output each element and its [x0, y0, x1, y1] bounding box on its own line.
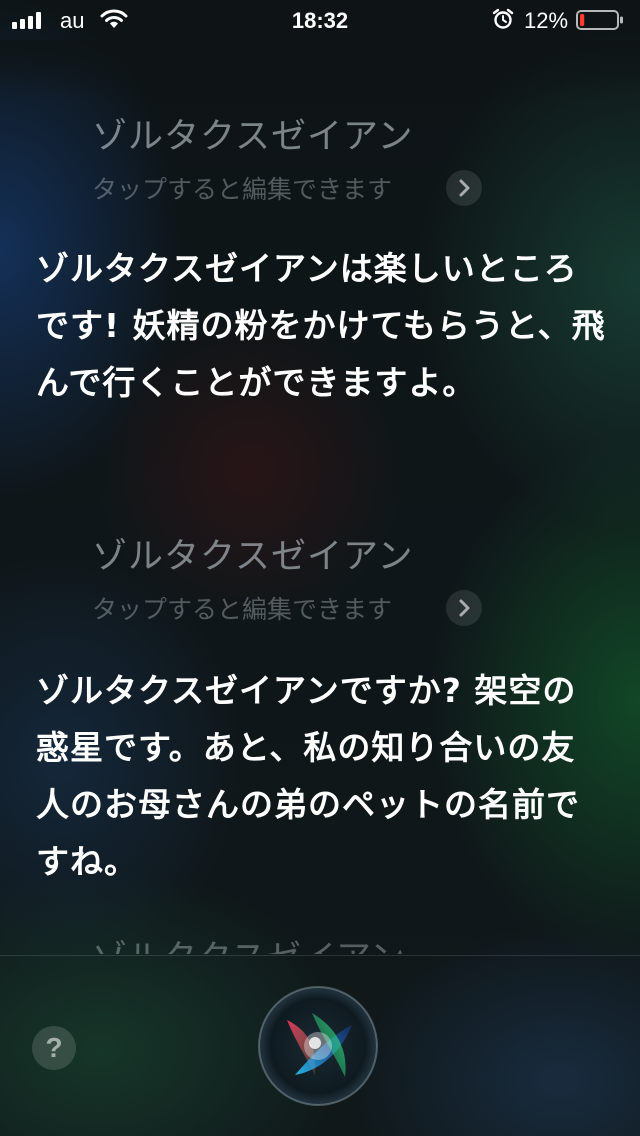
status-bar: au 18:32 12% — [0, 0, 640, 40]
siri-orb-icon[interactable] — [257, 985, 379, 1107]
query-text[interactable]: ゾルタクスゼイアン — [92, 108, 414, 159]
chevron-right-icon[interactable] — [446, 590, 482, 626]
siri-screen: au 18:32 12% ゾルタクスゼイアン タップすると編集できます ゾルタク… — [0, 0, 640, 1136]
siri-answer: ゾルタクスゼイアンですか? 架空の惑星です。あと、私の知り合いの友人のお母さんの… — [36, 671, 580, 881]
siri-answer: ゾルタクスゼイアンは楽しいところです! 妖精の粉をかけてもらうと、飛んで行くこと… — [36, 249, 606, 402]
bottom-divider — [0, 955, 640, 956]
help-button[interactable]: ? — [32, 1026, 76, 1070]
query-text[interactable]: ゾルタクスゼイアン — [92, 528, 414, 579]
top-fade — [0, 40, 640, 100]
chevron-right-icon[interactable] — [446, 170, 482, 206]
edit-hint[interactable]: タップすると編集できます — [92, 590, 392, 626]
partial-query-text: ゾルタクスゼイアン — [92, 930, 405, 954]
battery-icon — [576, 10, 623, 30]
edit-hint[interactable]: タップすると編集できます — [92, 170, 392, 206]
alarm-icon — [492, 8, 514, 36]
battery-percentage: 12% — [524, 8, 569, 33]
